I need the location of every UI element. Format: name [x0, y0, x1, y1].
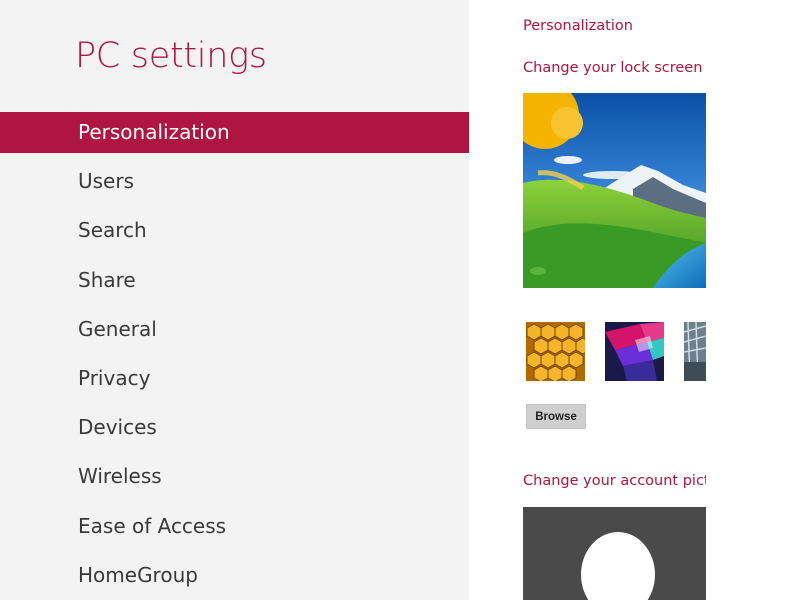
- lock-screen-thumbnail-honeycomb[interactable]: [526, 322, 585, 381]
- page-title: PC settings: [75, 36, 267, 76]
- lock-screen-thumbnail-structure[interactable]: [684, 322, 706, 381]
- account-picture-heading: Change your account picture: [523, 473, 706, 489]
- account-picture[interactable]: [523, 507, 706, 600]
- nav-item-share[interactable]: Share: [0, 260, 469, 309]
- nav-item-privacy[interactable]: Privacy: [0, 358, 469, 407]
- lock-screen-heading: Change your lock screen background: [523, 60, 706, 76]
- right-pane: Personalization Change your lock screen …: [469, 0, 800, 600]
- nav-item-general[interactable]: General: [0, 309, 469, 358]
- nav-item-personalization[interactable]: Personalization: [0, 112, 469, 153]
- browse-button[interactable]: Browse: [526, 404, 586, 429]
- nav-item-wireless[interactable]: Wireless: [0, 456, 469, 505]
- left-pane: PC settings Personalization Users Search…: [0, 0, 469, 600]
- nav-item-homegroup[interactable]: HomeGroup: [0, 555, 469, 600]
- nav-item-search[interactable]: Search: [0, 210, 469, 259]
- avatar-placeholder-icon: [581, 532, 655, 600]
- nav-item-devices[interactable]: Devices: [0, 407, 469, 456]
- lock-screen-preview: [523, 93, 706, 288]
- lock-screen-thumbnail-geometric[interactable]: [605, 322, 664, 381]
- nav-item-ease-of-access[interactable]: Ease of Access: [0, 506, 469, 555]
- settings-nav: Personalization Users Search Share Gener…: [0, 112, 469, 600]
- nav-item-users[interactable]: Users: [0, 161, 469, 210]
- section-title: Personalization: [523, 18, 633, 34]
